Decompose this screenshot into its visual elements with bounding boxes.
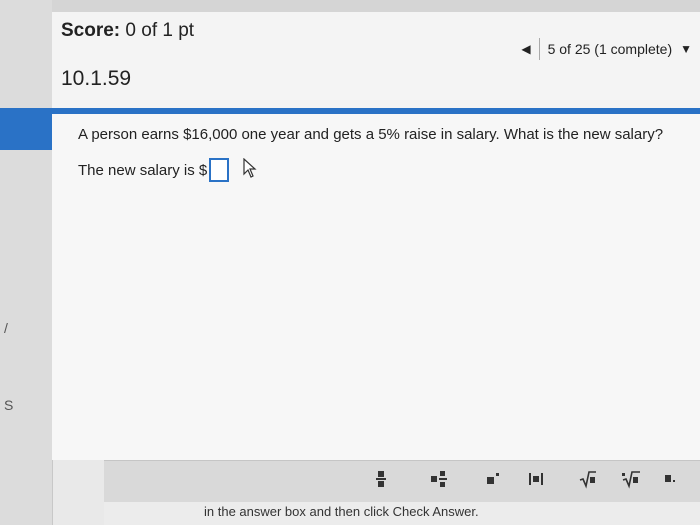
score-label: Score: (61, 20, 121, 41)
sidebar-glyph: / (4, 320, 8, 336)
previous-question-icon[interactable]: ◀ (521, 42, 530, 56)
score-display: Score: 0 of 1 pt (61, 20, 194, 42)
footer-instruction: in the answer box and then click Check A… (204, 504, 479, 519)
score-value: 0 of 1 pt (125, 20, 195, 41)
answer-prefix: The new salary is $ (78, 161, 208, 179)
footer-bar: in the answer box and then click Check A… (104, 502, 700, 525)
fraction-tool-icon[interactable] (364, 465, 398, 493)
question-area: A person earns $16,000 one year and gets… (52, 114, 700, 460)
answer-line: The new salary is $ (78, 157, 257, 182)
question-header: Score: 0 of 1 pt ◀ 5 of 25 (1 complete) … (52, 12, 700, 109)
question-list-dropdown-icon[interactable]: ▼ (680, 42, 692, 56)
progress-text: 5 of 25 (1 complete) (547, 41, 673, 57)
question-text: A person earns $16,000 one year and gets… (78, 126, 664, 143)
sidebar-active-indicator (0, 108, 52, 150)
mouse-pointer-icon (243, 157, 257, 182)
exponent-tool-icon[interactable] (476, 465, 510, 493)
mixed-number-tool-icon[interactable] (422, 465, 456, 493)
left-rail: / S (0, 0, 53, 525)
divider (538, 38, 540, 60)
absolute-value-tool-icon[interactable] (519, 465, 553, 493)
nth-root-tool-icon[interactable] (614, 465, 648, 493)
square-root-tool-icon[interactable] (571, 465, 605, 493)
math-toolbar (104, 460, 700, 503)
top-strip (52, 0, 700, 12)
answer-input[interactable] (209, 158, 230, 182)
decimal-tool-icon[interactable] (654, 465, 688, 493)
question-progress: ◀ 5 of 25 (1 complete) ▼ (521, 38, 692, 60)
question-id: 10.1.59 (61, 67, 132, 90)
sidebar-glyph: S (4, 397, 14, 413)
